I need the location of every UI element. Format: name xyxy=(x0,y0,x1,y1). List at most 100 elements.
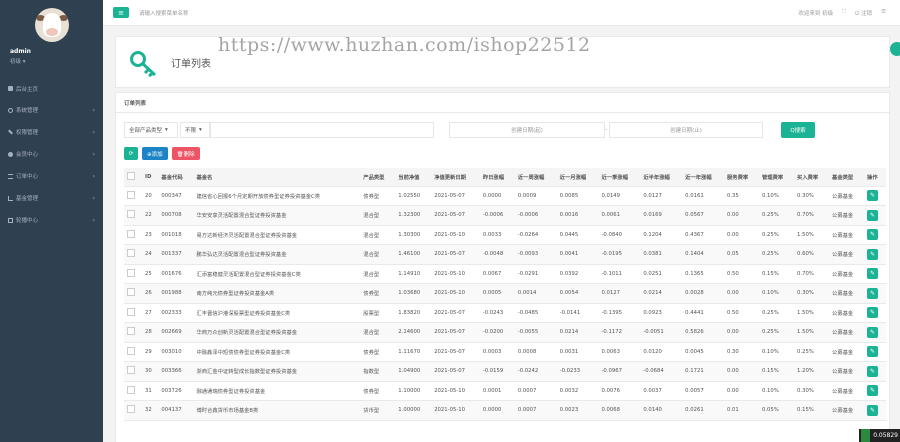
table-cell: 002669 xyxy=(158,322,194,343)
row-checkbox[interactable] xyxy=(127,366,135,375)
table-cell: 混合型 xyxy=(360,264,396,284)
table-row[interactable]: 23 001018 易方达新经济灵活配置混合型证券投资基金 混合型 1.30300 202… xyxy=(124,225,886,245)
edit-button[interactable]: ✎ xyxy=(867,307,879,319)
add-button[interactable]: ⊕添加 xyxy=(142,147,168,160)
table-cell: 31 xyxy=(142,381,159,401)
table-row[interactable]: 31 003726 融通通瑞债券型证券投资基金 债券型 1.10000 2021-05-1… xyxy=(124,381,886,401)
column-header[interactable]: 服务费率 xyxy=(723,168,759,187)
edit-button[interactable]: ✎ xyxy=(867,326,879,338)
profile-role-dropdown[interactable]: 初级 ▾ xyxy=(10,57,26,65)
row-checkbox[interactable] xyxy=(127,385,135,394)
table-cell: 2021-05-10 xyxy=(431,225,480,245)
column-header[interactable]: 基金代码 xyxy=(158,168,194,187)
edit-button[interactable]: ✎ xyxy=(867,346,879,358)
settings-fab-button[interactable] xyxy=(890,42,900,56)
row-checkbox[interactable] xyxy=(127,268,135,277)
menu-toggle-button[interactable]: ≡ xyxy=(113,7,129,18)
column-header[interactable]: 管理费率 xyxy=(759,168,795,187)
table-cell: -0.0242 xyxy=(514,361,557,382)
column-header[interactable]: 近一季涨幅 xyxy=(598,168,641,187)
edit-button[interactable]: ✎ xyxy=(867,287,879,299)
edit-button[interactable]: ✎ xyxy=(867,268,879,280)
edit-button[interactable]: ✎ xyxy=(867,229,879,241)
start-date-input[interactable]: 创建日期(起) xyxy=(449,122,605,138)
row-checkbox[interactable] xyxy=(127,210,135,219)
row-checkbox[interactable] xyxy=(127,229,135,238)
refresh-button[interactable]: ⟳ xyxy=(124,147,138,160)
table-row[interactable]: 24 001337 鹏华弘达灵活配置混合型证券投资基金 混合型 1.46100 2021-… xyxy=(124,244,886,265)
table-cell: 003010 xyxy=(158,342,194,362)
keyword-input[interactable] xyxy=(210,122,434,138)
sidebar-item-permission[interactable]: 权限管理 › xyxy=(0,121,103,143)
column-header[interactable]: 基金名 xyxy=(193,168,361,187)
table-cell: 0.0041 xyxy=(556,244,599,265)
table-cell: -0.0006 xyxy=(514,205,557,226)
row-checkbox[interactable] xyxy=(127,327,135,336)
edit-button[interactable]: ✎ xyxy=(867,404,879,416)
table-cell: 2021-05-07 xyxy=(431,322,480,343)
menu-icon[interactable]: ☰ xyxy=(881,9,886,18)
table-cell: 0.25% xyxy=(759,225,795,245)
table-cell: 0.25% xyxy=(759,244,795,265)
column-header[interactable]: 近一年涨幅 xyxy=(682,168,724,187)
edit-button[interactable]: ✎ xyxy=(867,385,879,397)
table-row[interactable]: 32 004137 博时合鑫货币市场基金B类 货币型 1.00000 2021-05-10… xyxy=(124,400,886,421)
limit-select[interactable]: 不限 ▾ xyxy=(180,122,210,138)
column-header[interactable]: 产品类型 xyxy=(360,168,396,187)
column-header[interactable]: ID xyxy=(142,168,159,187)
sidebar-item-carousel[interactable]: 轮播中心 › xyxy=(0,209,103,231)
table-row[interactable]: 29 003010 中融鑫泽中短债债券型证券投资基金C类 债券型 1.11670 2021… xyxy=(124,342,886,362)
sidebar-item-orders[interactable]: 订单中心 › xyxy=(0,165,103,187)
table-cell: 0.4367 xyxy=(682,225,724,245)
table-cell: 股票型 xyxy=(360,303,396,323)
column-header[interactable]: 昨日涨幅 xyxy=(479,168,515,187)
menu-search-input[interactable]: 请输入搜索菜单名称 xyxy=(139,9,189,17)
column-header[interactable]: 操作 xyxy=(864,168,886,187)
column-header[interactable]: 近一月涨幅 xyxy=(556,168,599,187)
delete-button[interactable]: 🗑删除 xyxy=(171,147,200,160)
sidebar-item-system[interactable]: 系统管理 › xyxy=(0,99,103,121)
table-row[interactable]: 26 001988 南方纯元债券型证券投资基金A类 债券型 1.03680 2021-05… xyxy=(124,283,886,304)
table-row[interactable]: 20 000347 建信省心回报6个月定期开放债券型证券投资基金C类 债券型 1.025… xyxy=(124,186,886,206)
table-cell: 0.0063 xyxy=(598,342,641,362)
product-type-select[interactable]: 全部产品类型 ▾ xyxy=(124,122,178,138)
edit-button[interactable]: ✎ xyxy=(867,209,879,221)
table-row[interactable]: 25 001676 汇添富稳健灵活配置混合型证券投资基金C类 混合型 1.14910 20… xyxy=(124,264,886,284)
edit-button[interactable]: ✎ xyxy=(867,365,879,377)
column-header[interactable]: 当前净值 xyxy=(395,168,432,187)
row-checkbox[interactable] xyxy=(127,249,135,258)
table-cell: 0.0068 xyxy=(598,400,641,421)
table-cell: 0.0169 xyxy=(640,205,683,226)
column-header[interactable]: 买入费率 xyxy=(794,168,830,187)
table-row[interactable]: 27 002333 汇丰晋信沪港深股票型证券投资基金C类 股票型 1.83820 2021… xyxy=(124,303,886,323)
sidebar-item-funds[interactable]: 基金管理 › xyxy=(0,187,103,209)
column-header[interactable]: 近一周涨幅 xyxy=(514,168,557,187)
sidebar-item-members[interactable]: 会员中心 › xyxy=(0,143,103,165)
row-checkbox[interactable] xyxy=(127,288,135,297)
search-button[interactable]: Q搜索 xyxy=(781,122,815,138)
table-row[interactable]: 22 000708 华安安享灵活配置混合型证券投资基金 混合型 1.32300 2021-… xyxy=(124,205,886,226)
table-cell: 0.0127 xyxy=(598,283,641,304)
actions-cell: ✎ xyxy=(864,381,886,401)
select-all-checkbox[interactable] xyxy=(127,171,135,180)
end-date-input[interactable]: 创建日期(止) xyxy=(609,122,763,138)
table-cell: 0.70% xyxy=(794,205,830,226)
column-header[interactable]: 净值更新日期 xyxy=(431,168,480,187)
table-row[interactable]: 30 003366 浙商汇金中证转型成长指数型证券投资基金 指数型 1.04900 202… xyxy=(124,361,886,382)
row-checkbox[interactable] xyxy=(127,405,135,414)
edit-button[interactable]: ✎ xyxy=(867,190,879,202)
row-checkbox[interactable] xyxy=(127,346,135,355)
row-checkbox[interactable] xyxy=(127,190,135,199)
row-checkbox[interactable] xyxy=(127,307,135,316)
column-header[interactable]: 基金类型 xyxy=(829,168,865,187)
order-list-panel: 订单列表 全部产品类型 ▾ 不限 ▾ 创建日期(起) - 创建日期(止) Q搜索… xyxy=(115,92,890,442)
table-cell: 0.1365 xyxy=(682,264,724,284)
sidebar-item-home[interactable]: 后台主页 xyxy=(0,78,103,99)
table-row[interactable]: 28 002669 华商万众创新灵活配置混合型证券投资基金 混合型 2.14600 202… xyxy=(124,322,886,343)
logout-link[interactable]: ⏻ 注销 xyxy=(855,9,872,18)
column-header[interactable]: 近半年涨幅 xyxy=(640,168,683,187)
expand-icon[interactable]: ⛶ xyxy=(842,9,846,18)
table-cell: 混合型 xyxy=(360,225,396,245)
avatar[interactable] xyxy=(34,8,69,42)
edit-button[interactable]: ✎ xyxy=(867,248,879,260)
